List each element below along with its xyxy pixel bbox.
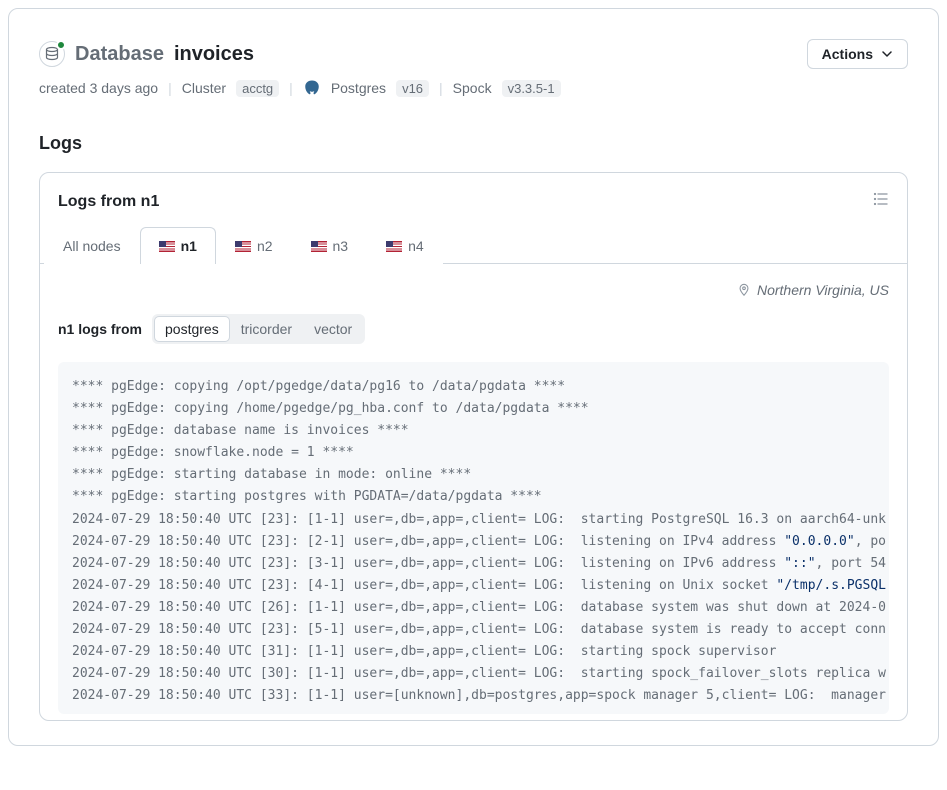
list-icon[interactable] (873, 191, 889, 212)
log-source-pills: postgres tricorder vector (152, 314, 365, 344)
log-line: **** pgEdge: copying /opt/pgedge/data/pg… (72, 376, 875, 398)
tab-n3[interactable]: n3 (292, 227, 368, 264)
actions-button[interactable]: Actions (807, 39, 908, 69)
log-line: **** pgEdge: snowflake.node = 1 **** (72, 442, 875, 464)
resource-type-label: Database (75, 43, 164, 66)
pill-tricorder[interactable]: tricorder (231, 317, 302, 341)
log-line: 2024-07-29 18:50:40 UTC [26]: [1-1] user… (72, 597, 875, 619)
filter-label: n1 logs from (58, 321, 142, 337)
spock-label: Spock (453, 80, 492, 96)
log-line: 2024-07-29 18:50:40 UTC [23]: [2-1] user… (72, 531, 875, 553)
log-line: **** pgEdge: starting postgres with PGDA… (72, 486, 875, 508)
flag-icon (386, 241, 402, 252)
tab-n2[interactable]: n2 (216, 227, 292, 264)
section-title: Logs (39, 133, 908, 154)
cluster-badge[interactable]: acctg (236, 80, 279, 97)
chevron-down-icon (881, 48, 893, 60)
log-line: **** pgEdge: database name is invoices *… (72, 420, 875, 442)
log-line: **** pgEdge: starting database in mode: … (72, 464, 875, 486)
log-line: 2024-07-29 18:50:40 UTC [33]: [1-1] user… (72, 685, 875, 707)
log-line: 2024-07-29 18:50:40 UTC [23]: [5-1] user… (72, 619, 875, 641)
resource-name: invoices (174, 43, 254, 66)
pill-vector[interactable]: vector (304, 317, 362, 341)
flag-icon (159, 241, 175, 252)
log-line: 2024-07-29 18:50:40 UTC [31]: [1-1] user… (72, 641, 875, 663)
panel-title: Logs from n1 (58, 193, 159, 211)
postgres-label: Postgres (331, 80, 386, 96)
log-line: 2024-07-29 18:50:40 UTC [23]: [3-1] user… (72, 553, 875, 575)
log-line: 2024-07-29 18:50:40 UTC [30]: [1-1] user… (72, 663, 875, 685)
tab-all-nodes[interactable]: All nodes (44, 227, 140, 264)
location-text: Northern Virginia, US (757, 282, 889, 298)
tab-n4[interactable]: n4 (367, 227, 443, 264)
actions-button-label: Actions (822, 46, 873, 62)
postgres-version-badge: v16 (396, 80, 429, 97)
status-dot (56, 40, 66, 50)
database-icon (39, 41, 65, 67)
log-line: 2024-07-29 18:50:40 UTC [23]: [4-1] user… (72, 575, 875, 597)
location-icon (737, 283, 751, 297)
cluster-label: Cluster (182, 80, 226, 96)
log-line: **** pgEdge: copying /home/pgedge/pg_hba… (72, 398, 875, 420)
flag-icon (235, 241, 251, 252)
spock-version-badge: v3.3.5-1 (502, 80, 561, 97)
node-tabs: All nodes n1 n2 n3 n4 (40, 226, 907, 264)
pill-postgres[interactable]: postgres (155, 317, 229, 341)
log-output[interactable]: **** pgEdge: copying /opt/pgedge/data/pg… (58, 362, 889, 714)
postgres-icon (303, 79, 321, 97)
log-line: 2024-07-29 18:50:40 UTC [23]: [1-1] user… (72, 509, 875, 531)
flag-icon (311, 241, 327, 252)
logs-panel: Logs from n1 All nodes n1 n2 n3 n4 North… (39, 172, 908, 721)
created-text: created 3 days ago (39, 80, 158, 96)
tab-n1[interactable]: n1 (140, 227, 216, 264)
